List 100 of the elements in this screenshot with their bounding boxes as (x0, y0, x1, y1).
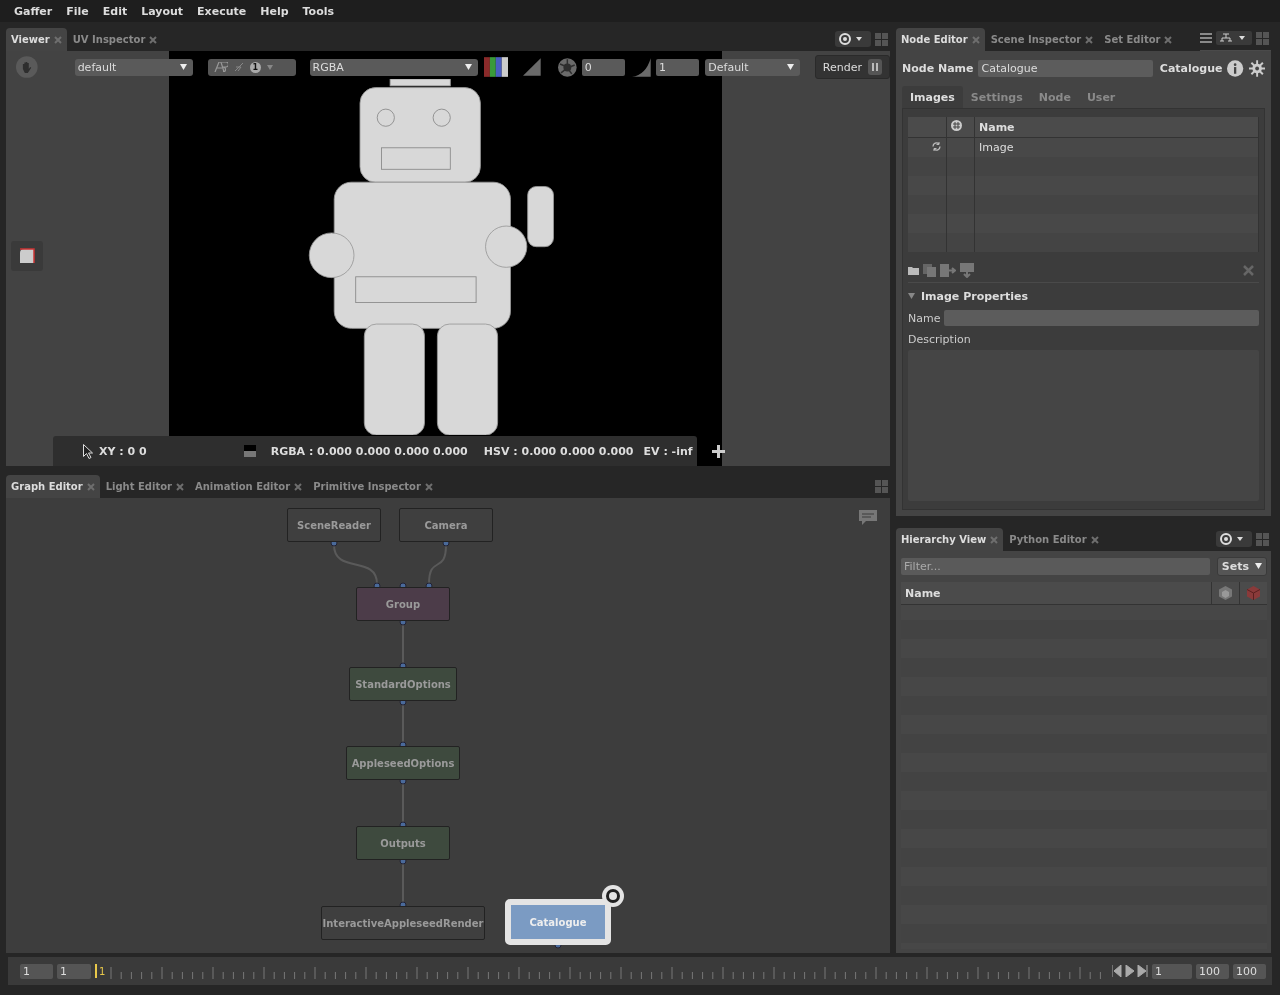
close-icon[interactable] (53, 35, 62, 44)
caret-icon (179, 64, 187, 70)
section-tab[interactable]: Settings (962, 86, 1031, 108)
hash-icon (951, 120, 962, 131)
hand-tool-icon[interactable] (16, 56, 38, 78)
duplicate-icon[interactable] (923, 263, 936, 277)
layout-grid-icon[interactable] (1256, 532, 1269, 546)
section-header[interactable]: Image Properties (908, 285, 1259, 307)
layout-grid-icon[interactable] (875, 479, 888, 493)
close-icon[interactable] (990, 535, 999, 544)
panel-tab[interactable]: Graph Editor (6, 475, 100, 498)
field-label: Node Name (902, 61, 974, 75)
folder-icon[interactable] (908, 265, 919, 275)
settings-icon[interactable] (1248, 59, 1265, 77)
collapse-triangle-icon (908, 293, 915, 299)
close-icon[interactable] (176, 482, 184, 491)
panel-tab[interactable]: Animation Editor (190, 475, 308, 498)
name-field[interactable] (944, 310, 1259, 326)
graph-node[interactable]: Camera (399, 508, 493, 542)
ev-value: EV : -inf (643, 444, 693, 458)
visibility-cube-icon[interactable] (1219, 586, 1232, 600)
menu-item[interactable]: Edit (95, 4, 135, 18)
layout-grid-icon[interactable] (1256, 31, 1269, 45)
playback-end-field[interactable]: 100 (1196, 963, 1229, 979)
info-icon[interactable] (1227, 59, 1244, 77)
menu-item[interactable]: Tools (295, 4, 342, 18)
menu-item[interactable]: File (59, 4, 96, 18)
remove-icon[interactable] (1243, 264, 1254, 276)
aperture-icon[interactable] (558, 57, 577, 77)
gamma-icon[interactable] (632, 57, 651, 77)
add-icon[interactable] (711, 444, 725, 458)
caret-icon (786, 64, 794, 70)
refresh-icon[interactable] (931, 140, 942, 152)
panel-tab[interactable]: Primitive Inspector (308, 475, 438, 498)
pause-icon[interactable] (868, 59, 883, 75)
panel-tab[interactable]: Viewer (6, 28, 67, 51)
caret-icon (464, 64, 472, 70)
graph-node[interactable]: InteractiveAppleseedRender (321, 906, 485, 940)
graph-node[interactable]: AppleseedOptions (346, 746, 460, 780)
filter-field[interactable]: Filter... (901, 557, 1210, 575)
column-header[interactable]: Name (974, 117, 1259, 138)
cube-icon[interactable] (1247, 586, 1260, 600)
current-frame-field[interactable]: 1 (1152, 963, 1192, 979)
render-button[interactable]: Render (814, 55, 890, 79)
menu-item[interactable]: Execute (190, 4, 254, 18)
section-tab[interactable]: User (1078, 86, 1124, 108)
crop-tool-icon[interactable] (11, 241, 43, 271)
graph-node[interactable]: Group (356, 587, 450, 621)
playback-controls-icon[interactable] (1112, 965, 1148, 977)
close-icon[interactable] (294, 482, 303, 491)
caret-icon (1255, 563, 1262, 569)
playback-start-field[interactable]: 1 (57, 963, 91, 979)
sets-button[interactable]: Sets (1216, 556, 1267, 576)
channel-swatch-icon[interactable] (483, 57, 509, 77)
annotation-icon[interactable] (858, 509, 878, 527)
close-icon[interactable] (1085, 35, 1094, 44)
focus-ring-icon[interactable] (601, 884, 625, 908)
panel-tab[interactable]: Set Editor (1099, 28, 1178, 51)
end-frame-field[interactable]: 100 (1233, 963, 1266, 979)
clipping-icon[interactable] (523, 58, 542, 76)
merge-down-icon[interactable] (960, 262, 974, 278)
layer-dropdown[interactable]: default (74, 58, 193, 76)
layout-grid-icon[interactable] (875, 32, 888, 46)
wipe-icon[interactable] (233, 62, 244, 72)
hsv-value: HSV : 0.000 0.000 0.000 (483, 444, 634, 458)
export-icon[interactable] (940, 263, 956, 277)
close-icon[interactable] (971, 35, 980, 44)
section-tab[interactable]: Images (902, 86, 963, 108)
close-icon[interactable] (1164, 35, 1173, 44)
close-icon[interactable] (424, 482, 433, 491)
swatch-icon (243, 445, 256, 457)
field-label: Name (908, 311, 941, 325)
graph-node[interactable]: Outputs (356, 826, 450, 860)
panel-tab[interactable]: UV Inspector (67, 28, 163, 51)
cursor-position: XY : 0 0 (99, 444, 147, 458)
display-transform-dropdown[interactable]: Default (705, 58, 800, 76)
panel-tab[interactable]: Scene Inspector (985, 28, 1099, 51)
panel-tab[interactable]: Hierarchy View (896, 528, 1004, 551)
menu-item[interactable]: Layout (134, 4, 191, 18)
graph-node[interactable]: StandardOptions (349, 667, 457, 701)
close-icon[interactable] (1090, 535, 1099, 544)
close-icon[interactable] (149, 35, 158, 44)
start-frame-field[interactable]: 1 (20, 963, 53, 979)
graph-node[interactable]: SceneReader (287, 508, 381, 542)
panel-tab[interactable]: Light Editor (100, 475, 189, 498)
menu-icon[interactable] (1200, 33, 1212, 43)
menu-item[interactable]: Help (253, 4, 296, 18)
close-icon[interactable] (86, 482, 95, 491)
node-type-label: Catalogue (1159, 61, 1223, 75)
section-tab[interactable]: Node (1030, 86, 1079, 108)
connection-line (333, 544, 378, 585)
target-dropdown-icon[interactable] (835, 31, 871, 47)
hierarchy-dropdown-icon[interactable] (1216, 31, 1252, 45)
node-name-field[interactable]: Catalogue (978, 59, 1153, 77)
field-label: Description (908, 333, 972, 346)
panel-tab[interactable]: Python Editor (1004, 528, 1104, 551)
menu-item[interactable]: Gaffer (7, 4, 60, 18)
panel-tab[interactable]: Node Editor (896, 28, 985, 51)
compare-mode-icon[interactable] (213, 62, 228, 72)
target-dropdown-icon[interactable] (1216, 531, 1252, 547)
